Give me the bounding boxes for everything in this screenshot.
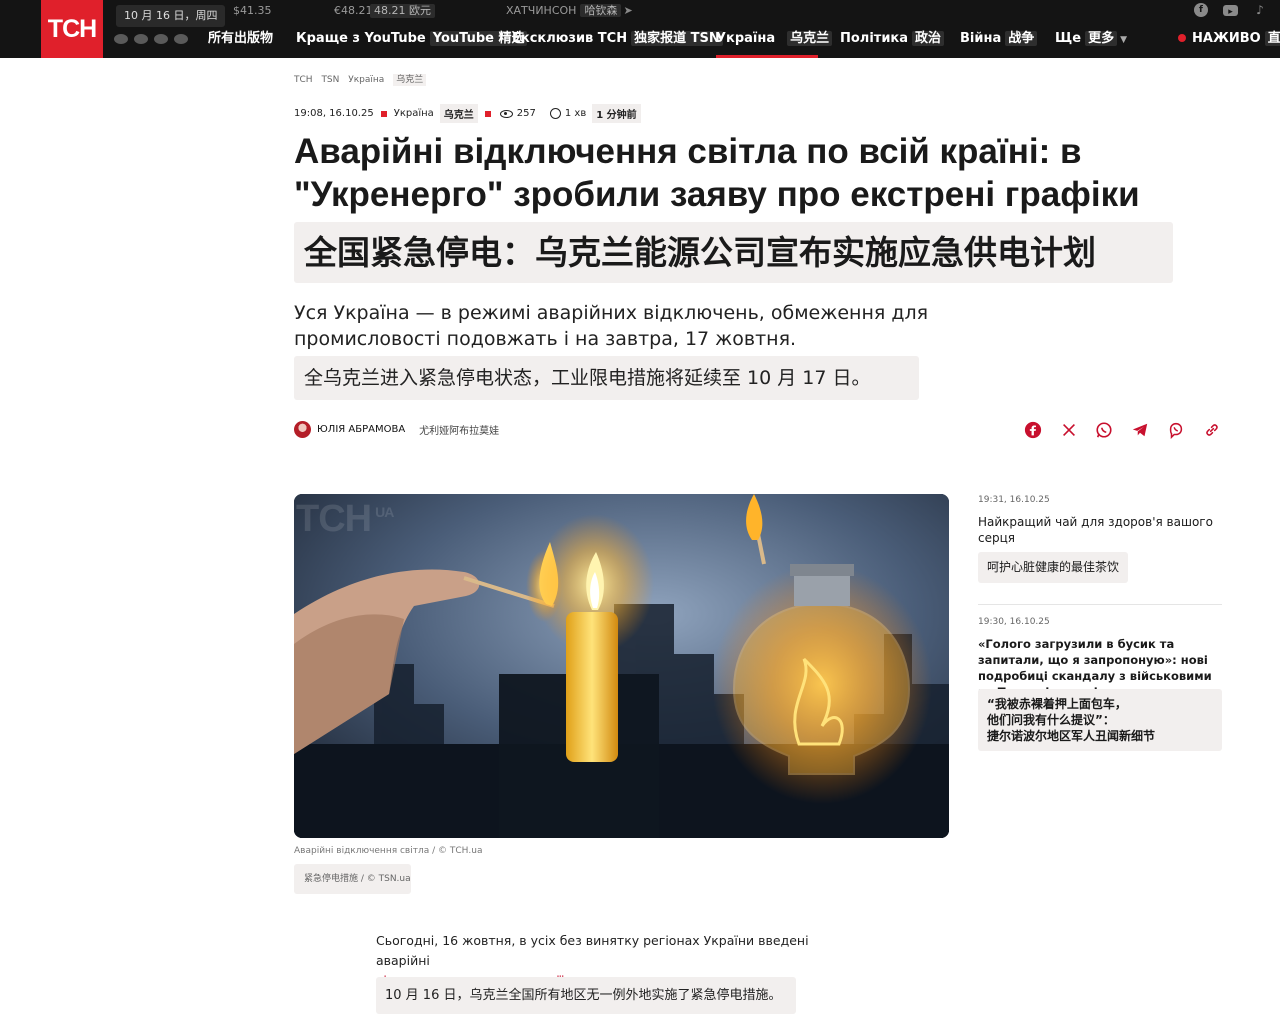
usd-rate: $41.35	[233, 4, 272, 17]
nav-best-of-youtube[interactable]: Краще з YouTube YouTube 精选	[296, 29, 528, 49]
article-meta: 19:08, 16.10.25 Україна 乌克兰 257 1 хв 1 分…	[294, 104, 641, 123]
article-main-image[interactable]	[294, 494, 949, 838]
link-icon[interactable]	[1202, 420, 1222, 440]
facebook-icon[interactable]: f	[1194, 3, 1208, 17]
views-eye-icon	[499, 109, 513, 118]
sidebar-item-title[interactable]: Найкращий чай для здоров'я вашого серця	[978, 514, 1228, 546]
sidebar-item-title-zh: 呵护心脏健康的最佳茶饮	[978, 552, 1129, 583]
clock-icon	[549, 108, 561, 119]
category-marker-icon	[484, 110, 491, 117]
active-nav-indicator	[716, 55, 818, 58]
category-zh: 乌克兰	[439, 104, 478, 123]
category-link[interactable]: Україна	[394, 108, 434, 119]
breadcrumb: ТСН TSN Україна 乌克兰	[294, 72, 432, 86]
youtube-icon[interactable]: ▸	[1223, 5, 1238, 17]
tiktok-icon[interactable]: ♪	[1253, 3, 1267, 17]
whatsapp-icon[interactable]	[1094, 420, 1114, 440]
author-name[interactable]: ЮЛІЯ АБРАМОВА	[317, 424, 405, 435]
sidebar-item-time: 19:31, 16.10.25	[978, 495, 1050, 505]
image-caption-zh: 紧急停电措施 / © TSN.ua	[294, 864, 411, 894]
view-count: 257	[516, 108, 536, 119]
nav-all-publications[interactable]: 所有出版物	[208, 29, 273, 49]
author-name-zh: 尤利娅阿布拉莫娃	[419, 426, 500, 437]
telegram-icon[interactable]	[1130, 420, 1150, 440]
article-lead-zh: 全乌克兰进入紧急停电状态，工业限电措施将延续至 10 月 17 日。	[294, 356, 919, 400]
article-paragraph-zh: 10 月 16 日，乌克兰全国所有地区无一例外地实施了紧急停电措施。	[376, 977, 796, 1014]
article-title: Аварійні відключення світла по всій краї…	[294, 132, 1140, 214]
breadcrumb-ukraine-zh: 乌克兰	[393, 74, 427, 86]
current-date: 10 月 16 日，周四	[116, 5, 226, 27]
weather-widget[interactable]: ХАТЧИНСОН 哈钦森 ➤	[506, 4, 633, 18]
author-byline[interactable]: ЮЛІЯ АБРАМОВА 尤利娅阿布拉莫娃	[294, 421, 499, 438]
top-navigation-bar: ТСН 10 月 16 日，周四 $41.35 €48.21 48.21 欧元 …	[0, 0, 1280, 58]
viber-icon[interactable]	[1166, 420, 1186, 440]
sidebar-item-time: 19:30, 16.10.25	[978, 617, 1050, 627]
blurred-user-avatars	[112, 32, 196, 46]
article-title-zh: 全国紧急停电：乌克兰能源公司宣布实施应急供电计划	[294, 222, 1173, 283]
breadcrumb-tsn[interactable]: TSN	[321, 75, 339, 85]
location-arrow-icon: ➤	[623, 4, 633, 17]
read-time: 1 хв	[564, 108, 587, 119]
nav-live[interactable]: НАЖИВО直播	[1178, 29, 1280, 49]
eur-rate: €48.21	[334, 4, 373, 17]
tsn-logo[interactable]: ТСН	[41, 0, 103, 58]
weather-city-zh: 哈钦森	[580, 4, 622, 17]
breadcrumb-home[interactable]: ТСН	[294, 75, 313, 85]
weather-city: ХАТЧИНСОН	[506, 4, 577, 17]
eur-rate-zh: 48.21 欧元	[370, 4, 435, 18]
sidebar-divider	[978, 604, 1222, 605]
article-lead: Уся Україна — в режимі аварійних відключ…	[294, 302, 929, 350]
nav-more[interactable]: Ще 更多 ▼	[1055, 29, 1127, 49]
nav-ukraine[interactable]: Україна 乌克兰	[716, 29, 833, 49]
category-marker-icon	[380, 110, 387, 117]
read-time-zh: 1 分钟前	[592, 104, 641, 123]
breadcrumb-ukraine[interactable]: Україна	[348, 75, 384, 85]
publish-datetime: 19:08, 16.10.25	[294, 108, 374, 119]
sidebar-item-title-zh: “我被赤裸着押上面包车， 他们问我有什么提议”： 捷尔诺波尔地区军人丑闻新细节	[978, 689, 1222, 751]
nav-tsn-exclusive[interactable]: Ексклюзив ТСН 独家报道 TSN	[512, 29, 723, 49]
x-icon[interactable]	[1059, 420, 1079, 440]
image-caption: Аварійні відключення світла / © ТСН.ua	[294, 846, 483, 856]
live-dot-icon	[1178, 34, 1186, 42]
chevron-down-icon: ▼	[1120, 35, 1127, 45]
tsn-watermark: ТСН UA	[296, 498, 394, 540]
nav-war[interactable]: Війна 战争	[960, 29, 1038, 49]
facebook-icon[interactable]	[1023, 420, 1043, 440]
nav-politics[interactable]: Політика 政治	[840, 29, 945, 49]
author-avatar	[294, 421, 311, 438]
